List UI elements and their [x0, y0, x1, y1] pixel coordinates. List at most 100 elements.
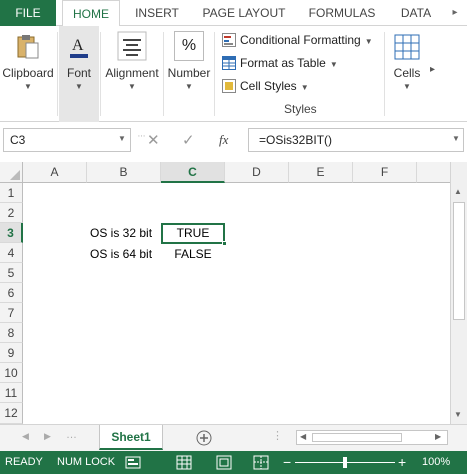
scroll-right-icon[interactable]: ▶	[435, 432, 441, 441]
chevron-down-icon: ▼	[75, 82, 83, 91]
row-header-1[interactable]: 1	[0, 183, 23, 203]
tab-insert[interactable]: INSERT	[127, 0, 187, 26]
divider	[384, 32, 385, 116]
cell-styles-icon	[222, 78, 236, 93]
cell-c4[interactable]: FALSE	[161, 244, 225, 264]
row-header-8[interactable]: 8	[0, 323, 23, 343]
tabs-scroll-right-icon[interactable]: ▸	[448, 0, 462, 26]
zoom-slider-thumb[interactable]	[343, 457, 347, 468]
format-as-table-button[interactable]: Format as Table ▼	[222, 53, 338, 73]
chevron-down-icon: ▼	[300, 83, 309, 92]
row-header-3[interactable]: 3	[0, 223, 23, 243]
horizontal-scroll-thumb[interactable]	[312, 433, 402, 442]
scroll-left-icon[interactable]: ◀	[300, 432, 306, 441]
sheet-tab-sheet1[interactable]: Sheet1	[99, 425, 163, 450]
conditional-formatting-icon	[222, 32, 236, 47]
tab-home[interactable]: HOME	[62, 0, 120, 27]
row-header-6[interactable]: 6	[0, 283, 23, 303]
macro-record-icon[interactable]	[125, 456, 141, 469]
chevron-down-icon[interactable]: ▼	[118, 134, 126, 143]
more-sheets-icon[interactable]: …	[66, 429, 77, 441]
row-header-10[interactable]: 10	[0, 363, 23, 383]
ribbon-tab-bar: FILE HOME INSERT PAGE LAYOUT FORMULAS DA…	[0, 0, 467, 27]
font-label: Font	[66, 66, 91, 80]
chevron-down-icon[interactable]: ▼	[452, 134, 460, 143]
cell-c3-active[interactable]: TRUE	[161, 223, 225, 244]
tab-page-layout[interactable]: PAGE LAYOUT	[196, 0, 292, 26]
divider	[100, 32, 101, 116]
add-sheet-icon[interactable]	[196, 430, 212, 446]
zoom-in-icon[interactable]: +	[398, 451, 406, 474]
vertical-scroll-thumb[interactable]	[453, 202, 465, 320]
sheet-tab-bar: ◀ ▶ … Sheet1 ⋮ ◀ ▶	[0, 424, 467, 451]
page-break-view-icon[interactable]	[253, 455, 269, 470]
alignment-label: Alignment	[105, 66, 159, 80]
name-box[interactable]: C3	[3, 128, 131, 152]
prev-sheet-icon[interactable]: ◀	[22, 431, 29, 442]
horizontal-scrollbar[interactable]: ◀ ▶	[296, 430, 448, 445]
tab-formulas[interactable]: FORMULAS	[302, 0, 382, 26]
cells-group[interactable]: Cells ▼	[386, 26, 428, 122]
column-header-a[interactable]: A	[23, 162, 87, 183]
ribbon-scroll-right-icon[interactable]: ▸	[430, 64, 435, 75]
svg-text:A: A	[72, 37, 84, 54]
select-all-icon	[10, 170, 20, 180]
row-header-9[interactable]: 9	[0, 343, 23, 363]
format-as-table-label: Format as Table	[240, 56, 326, 70]
cells-label: Cells	[393, 66, 421, 80]
font-color-icon: A	[70, 37, 88, 58]
row-header-5[interactable]: 5	[0, 263, 23, 283]
next-sheet-icon[interactable]: ▶	[44, 431, 51, 442]
font-group[interactable]: A Font ▼	[59, 26, 99, 122]
column-header-e[interactable]: E	[289, 162, 353, 183]
insert-function-icon[interactable]: fx	[219, 132, 228, 148]
zoom-out-icon[interactable]: −	[283, 451, 291, 474]
divider	[163, 32, 164, 116]
column-header-d[interactable]: D	[225, 162, 289, 183]
chevron-down-icon: ▼	[364, 37, 373, 46]
scroll-up-icon[interactable]: ▲	[454, 187, 462, 196]
row-header-12[interactable]: 12	[0, 403, 23, 424]
column-header-partial[interactable]	[417, 162, 450, 183]
more-icon[interactable]: ⋮	[272, 429, 283, 442]
chevron-down-icon: ▼	[185, 82, 193, 91]
chevron-down-icon: ▼	[24, 82, 32, 91]
enter-icon[interactable]: ✓	[182, 131, 195, 149]
cell-b4[interactable]: OS is 64 bit	[90, 244, 152, 264]
grip-icon: ⋮	[137, 132, 146, 140]
worksheet-grid[interactable]: A B C D E F 1 2 3 4 5 6 7 8 9 10 11 12 O…	[0, 162, 467, 424]
cells-icon	[394, 34, 420, 60]
paste-icon	[17, 35, 39, 59]
divider	[214, 32, 215, 116]
cell-b3[interactable]: OS is 32 bit	[90, 223, 152, 243]
scroll-down-icon[interactable]: ▼	[454, 410, 462, 419]
alignment-group[interactable]: Alignment ▼	[102, 26, 162, 122]
percent-icon: %	[174, 31, 204, 61]
column-header-c[interactable]: C	[161, 162, 225, 183]
row-header-2[interactable]: 2	[0, 203, 23, 223]
row-header-7[interactable]: 7	[0, 303, 23, 323]
chevron-down-icon: ▼	[128, 82, 136, 91]
cancel-icon[interactable]: ✕	[147, 131, 160, 149]
tab-file[interactable]: FILE	[0, 0, 56, 26]
page-layout-view-icon[interactable]	[216, 455, 232, 470]
clipboard-label: Clipboard	[2, 66, 54, 80]
clipboard-group[interactable]: Clipboard ▼	[0, 26, 56, 122]
formula-input[interactable]: =OSis32BIT()	[248, 128, 464, 152]
select-all-corner[interactable]	[0, 162, 23, 183]
status-ready: READY	[5, 456, 43, 468]
normal-view-icon[interactable]	[176, 455, 192, 470]
tab-data[interactable]: DATA	[392, 0, 440, 26]
zoom-level[interactable]: 100%	[422, 451, 450, 474]
number-group[interactable]: % Number ▼	[165, 26, 213, 122]
row-header-11[interactable]: 11	[0, 383, 23, 403]
column-header-f[interactable]: F	[353, 162, 417, 183]
cell-styles-button[interactable]: Cell Styles ▼	[222, 76, 309, 96]
conditional-formatting-button[interactable]: Conditional Formatting ▼	[222, 30, 373, 50]
cell-styles-label: Cell Styles	[240, 79, 297, 93]
styles-group-label: Styles	[284, 102, 317, 116]
status-bar: READY NUM LOCK − + 100%	[0, 451, 467, 474]
vertical-scrollbar[interactable]: ▲ ▼	[450, 162, 467, 424]
row-header-4[interactable]: 4	[0, 243, 23, 263]
column-header-b[interactable]: B	[87, 162, 161, 183]
